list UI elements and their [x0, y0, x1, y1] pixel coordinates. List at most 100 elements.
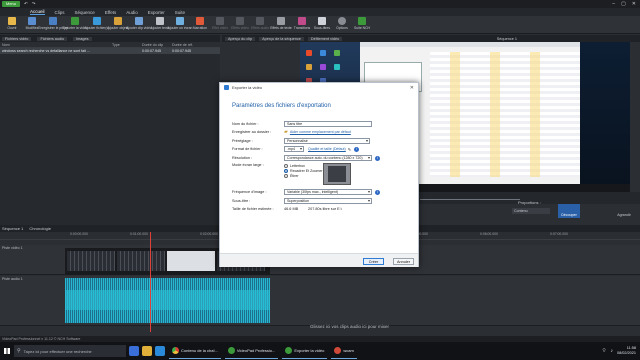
widescreen-options: Letterbox Recadrer Et Zoomer Étirer	[284, 163, 323, 178]
narration-button[interactable]: Narration	[190, 16, 210, 30]
timeline-playhead[interactable]	[150, 232, 151, 332]
column-type[interactable]: Type	[112, 43, 142, 47]
preview-spreadsheet	[430, 52, 580, 177]
subtitles-button[interactable]: Sous-titres	[312, 16, 332, 30]
taskbar-app-export[interactable]: Exporter la vidéo	[282, 343, 328, 359]
nch-suite-button[interactable]: Suite NCH	[352, 16, 372, 30]
split-button[interactable]: Découper	[558, 204, 580, 218]
tab-clip-preview[interactable]: Aperçu du clip	[225, 36, 256, 41]
fx-icon	[216, 17, 224, 25]
desktop-app-icon	[334, 64, 340, 70]
text-icon	[156, 17, 164, 25]
volume-icon[interactable]: ♪	[610, 348, 613, 354]
save-project-button[interactable]: Enregistrer le projet	[38, 16, 68, 30]
tab-sequence-preview[interactable]: Aperçu de la séquence	[259, 36, 304, 41]
filename-field[interactable]: Sans titre	[284, 121, 372, 127]
windows-taskbar: ⚲ Tapez ici pour effectuer une recherche…	[0, 342, 640, 360]
mail-icon[interactable]	[155, 346, 165, 356]
export-video-button[interactable]: Exporter la vidéo	[62, 16, 88, 30]
tab-sequence-1[interactable]: Séquence 1	[2, 226, 23, 231]
taskbar-app-label: VideoPad Professio...	[236, 348, 276, 353]
file-list-row[interactable]: windows search recherche vs defaillance …	[0, 48, 220, 54]
text-effects-button[interactable]: Effets de texte	[270, 16, 292, 30]
tab-effets[interactable]: Effets	[105, 10, 116, 15]
radio-crop-zoom[interactable]: Recadrer Et Zoomer	[284, 168, 323, 173]
resolution-select[interactable]: Correspondance auto. du contenu (1280 x …	[284, 155, 372, 161]
taskbar-app-label: wcam	[343, 348, 354, 353]
taskbar-app-chrome[interactable]: Contenu de la chaî...	[169, 343, 221, 359]
clock[interactable]: 11:58 08/02/2021	[617, 346, 636, 356]
transitions-button[interactable]: Transitions	[292, 16, 312, 30]
add-video-clip-button[interactable]: Ajouter clip vidéo	[126, 16, 152, 30]
close-icon[interactable]: ✕	[632, 1, 636, 7]
taskbar-app-wcam[interactable]: wcam	[331, 343, 357, 359]
taskbar-search[interactable]: ⚲ Tapez ici pour effectuer une recherche	[14, 345, 126, 357]
tab-sequence[interactable]: Séquence	[75, 10, 95, 15]
menu-undo-icon[interactable]: ↶	[24, 1, 28, 7]
enlarge-button[interactable]: Agrandir	[612, 204, 636, 218]
proportions-select[interactable]: Contenu	[512, 208, 550, 214]
tab-images[interactable]: Images	[73, 36, 92, 41]
column-clip-duration[interactable]: Durée du clip	[142, 43, 172, 47]
system-tray: ⌔ ♪ 11:58 08/02/2021	[602, 346, 640, 356]
taskbar-app-label: Contenu de la chaî...	[181, 348, 218, 353]
radio-stretch[interactable]: Étirer	[284, 173, 323, 178]
pencil-icon[interactable]: ✎	[348, 147, 351, 152]
task-view-icon[interactable]	[129, 346, 139, 356]
framerate-select[interactable]: Variable (30fps max., intelligent)	[284, 189, 372, 195]
open-button[interactable]: Ouvrir	[2, 16, 22, 30]
network-icon[interactable]: ⌔	[602, 348, 607, 354]
subtitles-row: Sous-titre : Superposition	[232, 198, 372, 204]
folder-icon[interactable]: ▰	[284, 129, 288, 135]
search-icon: ⚲	[17, 348, 21, 354]
maximize-icon[interactable]: ▢	[621, 1, 626, 7]
add-files-button[interactable]: Ajouter fichier(s)	[85, 16, 109, 30]
info-icon[interactable]: i	[375, 189, 380, 195]
save-folder-label: Enregistrer au dossier :	[232, 130, 272, 134]
start-button[interactable]	[0, 342, 14, 360]
menu-button[interactable]: Menu	[2, 1, 21, 7]
tab-suite[interactable]: Suite	[175, 10, 185, 15]
format-select[interactable]: .mp4	[284, 146, 304, 152]
preview-scrubber[interactable]	[420, 199, 520, 200]
video-effect-button[interactable]: Effet vidéo	[210, 16, 230, 30]
tab-audio[interactable]: Audio	[126, 10, 138, 15]
set-default-folder-link[interactable]: Aider comme emplacement par défaut	[290, 130, 351, 134]
tab-audio-files[interactable]: Fichiers audio	[37, 36, 68, 41]
video-effects-button[interactable]: Effets vidéo	[230, 16, 250, 30]
audio-effects-button[interactable]: Effets audio	[250, 16, 270, 30]
column-ref-duration[interactable]: Durée de réf.	[172, 43, 202, 47]
subtitles-select[interactable]: Superposition	[284, 198, 372, 204]
audio-clip[interactable]	[65, 278, 270, 323]
add-screen-button[interactable]: Ajouter un écran	[168, 16, 192, 30]
close-icon[interactable]: ✕	[410, 85, 414, 91]
create-button[interactable]: Créer	[363, 258, 384, 265]
tab-chronologie[interactable]: Chronologie	[29, 226, 51, 231]
column-name[interactable]: Nom	[2, 43, 112, 47]
info-icon[interactable]: i	[375, 155, 380, 161]
videopad-icon	[285, 347, 293, 354]
preview-window-titlebar	[360, 42, 580, 47]
widescreen-label: Mode écran large :	[232, 163, 264, 167]
tab-exporter[interactable]: Exporter	[148, 10, 165, 15]
info-icon[interactable]: i	[354, 146, 360, 152]
options-button[interactable]: Options	[332, 16, 352, 30]
preset-row: Préréglage : Personnalisé	[232, 138, 370, 144]
tab-accueil[interactable]: Accueil	[30, 9, 45, 15]
quality-size-link[interactable]: Qualité et taille (Défaut)	[308, 147, 346, 151]
file-name: windows search recherche vs defaillance …	[2, 49, 90, 53]
tab-clips[interactable]: Clips	[55, 10, 65, 15]
minimize-icon[interactable]: –	[612, 1, 615, 7]
export-icon	[71, 17, 79, 25]
taskbar-app-videopad[interactable]: VideoPad Professio...	[224, 343, 279, 359]
tab-video-scroll[interactable]: Défilement vidéo	[307, 36, 343, 41]
tab-video-files[interactable]: Fichiers vidéo	[2, 36, 32, 41]
menu-redo-icon[interactable]: ↷	[32, 1, 36, 7]
audio-drop-hint: Glissez ici vos clips audio ici pour mix…	[310, 324, 390, 329]
preset-select[interactable]: Personnalisé	[284, 138, 370, 144]
file-explorer-icon[interactable]	[142, 346, 152, 356]
ruler-label: 0:01:00.000	[130, 232, 148, 236]
resolution-row: Résolution : Correspondance auto. du con…	[232, 155, 380, 161]
add-objects-button[interactable]: Ajouter objets	[108, 16, 128, 30]
cancel-button[interactable]: Annuler	[393, 258, 414, 265]
